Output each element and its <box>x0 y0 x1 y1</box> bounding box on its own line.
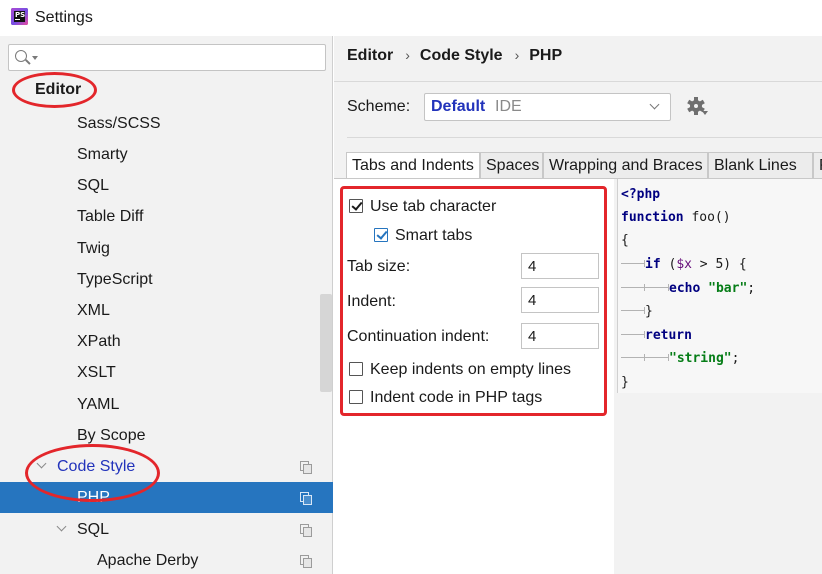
tree-item-smarty[interactable]: Smarty <box>0 139 333 170</box>
tab-phpdoc[interactable]: PHPDoc <box>813 152 822 178</box>
tree-item-label: TypeScript <box>77 271 153 288</box>
keep-indents-label: Keep indents on empty lines <box>370 361 572 378</box>
tab-marker-icon <box>621 284 645 291</box>
tree-item-label: Sass/SCSS <box>77 115 161 132</box>
project-settings-icon <box>300 461 312 474</box>
scheme-label: Scheme: <box>347 98 411 115</box>
tab-size-input[interactable]: 4 <box>521 253 599 279</box>
use-tab-character-checkbox[interactable] <box>349 199 363 213</box>
code-preview[interactable]: <?php function foo() { if ($x > 5) { ech… <box>617 179 822 393</box>
code-line: { <box>621 233 629 248</box>
continuation-indent-label: Continuation indent: <box>347 328 490 345</box>
settings-tree-panel: Editor Sass/SCSS Smarty SQL Table Diff T… <box>0 36 333 574</box>
tab-marker-icon <box>621 331 645 338</box>
tree-item-label: Apache Derby <box>97 552 199 569</box>
tab-spaces[interactable]: Spaces <box>480 152 543 178</box>
tree-item-yaml[interactable]: YAML <box>0 389 333 420</box>
tree-item-label: Smarty <box>77 146 128 163</box>
tree-item-label: By Scope <box>77 427 146 444</box>
scheme-value: Default <box>431 98 486 115</box>
tree-item-label: Twig <box>77 240 110 257</box>
breadcrumb-code-style: Code Style <box>419 47 503 64</box>
tree-item-xpath[interactable]: XPath <box>0 326 333 357</box>
breadcrumb-separator: › <box>514 47 520 63</box>
tree-scrollbar[interactable] <box>320 294 332 392</box>
tree-item-sql-style[interactable]: SQL <box>0 514 333 545</box>
search-icon[interactable] <box>15 50 27 62</box>
tree-item-sass-scss[interactable]: Sass/SCSS <box>0 108 333 139</box>
scheme-dropdown[interactable]: Default IDE <box>424 93 671 121</box>
breadcrumb-php: PHP <box>529 47 563 64</box>
continuation-indent-input[interactable]: 4 <box>521 323 599 349</box>
breadcrumb-separator: › <box>405 47 410 63</box>
smart-tabs-checkbox[interactable] <box>374 228 388 242</box>
code-line: echo "bar"; <box>621 279 755 299</box>
code-line: <?php <box>621 187 661 202</box>
tree-item-label: XPath <box>77 333 121 350</box>
tree-item-php[interactable]: PHP <box>0 482 333 513</box>
divider <box>347 137 822 138</box>
indent-php-tags-label: Indent code in PHP tags <box>370 389 543 406</box>
tree-item-typescript[interactable]: TypeScript <box>0 264 333 295</box>
tree-item-by-scope[interactable]: By Scope <box>0 420 333 451</box>
project-settings-icon <box>300 524 312 537</box>
tab-marker-icon <box>645 354 669 361</box>
settings-search[interactable] <box>8 44 326 71</box>
use-tab-character-label: Use tab character <box>370 198 497 215</box>
tree-item-apache-derby[interactable]: Apache Derby <box>0 545 333 574</box>
gear-icon[interactable] <box>687 97 708 115</box>
tree-item-sql[interactable]: SQL <box>0 170 333 201</box>
search-options-caret-icon[interactable] <box>32 56 38 60</box>
smart-tabs-label: Smart tabs <box>395 227 473 244</box>
tabs-and-indents-options: Use tab character Smart tabs Tab size: 4… <box>334 179 614 574</box>
scheme-type: IDE <box>495 98 522 115</box>
tree-item-label: Editor <box>35 81 82 98</box>
indent-php-tags-checkbox[interactable] <box>349 390 363 404</box>
title-bar: Settings <box>0 0 822 36</box>
tree-item-label: XML <box>77 302 110 319</box>
tree-item-code-style[interactable]: Code Style <box>0 451 333 482</box>
chevron-down-icon[interactable] <box>56 521 67 532</box>
tree-item-label: YAML <box>77 396 120 413</box>
tab-marker-icon <box>621 307 645 314</box>
project-settings-icon <box>300 555 312 568</box>
code-line: function foo() <box>621 210 731 225</box>
tree-item-xml[interactable]: XML <box>0 295 333 326</box>
tab-blank-lines[interactable]: Blank Lines <box>708 152 813 178</box>
code-line: return <box>621 326 692 346</box>
tree-item-editor[interactable]: Editor <box>0 74 333 105</box>
tree-item-label: Code Style <box>57 458 136 475</box>
tree-item-twig[interactable]: Twig <box>0 233 333 264</box>
tree-item-table-diff[interactable]: Table Diff <box>0 201 333 232</box>
tab-marker-icon <box>621 260 645 267</box>
tab-marker-icon <box>621 354 645 361</box>
indent-input[interactable]: 4 <box>521 287 599 313</box>
tab-tabs-and-indents[interactable]: Tabs and Indents <box>346 152 480 179</box>
tree-item-label: SQL <box>77 177 110 194</box>
tab-marker-icon <box>645 284 669 291</box>
tab-size-label: Tab size: <box>347 258 411 275</box>
chevron-down-icon[interactable] <box>36 458 47 469</box>
tree-item-label: XSLT <box>77 364 116 381</box>
tree-item-label: SQL <box>77 521 110 538</box>
window-title: Settings <box>35 9 93 26</box>
chevron-down-icon <box>649 99 660 110</box>
code-line: "string"; <box>621 349 739 369</box>
code-line: } <box>621 375 629 390</box>
breadcrumb-editor: Editor <box>347 47 394 64</box>
code-line: if ($x > 5) { <box>621 255 747 275</box>
tree-item-label: Table Diff <box>77 208 144 225</box>
phpstorm-logo-icon <box>11 8 28 25</box>
code-line: } <box>621 302 653 322</box>
tree-item-label: PHP <box>77 489 110 506</box>
keep-indents-checkbox[interactable] <box>349 362 363 376</box>
divider <box>334 81 822 82</box>
breadcrumb: Editor › Code Style › PHP <box>347 47 562 65</box>
indent-label: Indent: <box>347 293 396 310</box>
tree-item-xslt[interactable]: XSLT <box>0 357 333 388</box>
settings-content-panel: Editor › Code Style › PHP Scheme: Default ID… <box>334 36 822 574</box>
tab-wrapping-and-braces[interactable]: Wrapping and Braces <box>543 152 708 178</box>
search-input[interactable] <box>39 48 319 68</box>
project-settings-icon <box>300 492 312 505</box>
